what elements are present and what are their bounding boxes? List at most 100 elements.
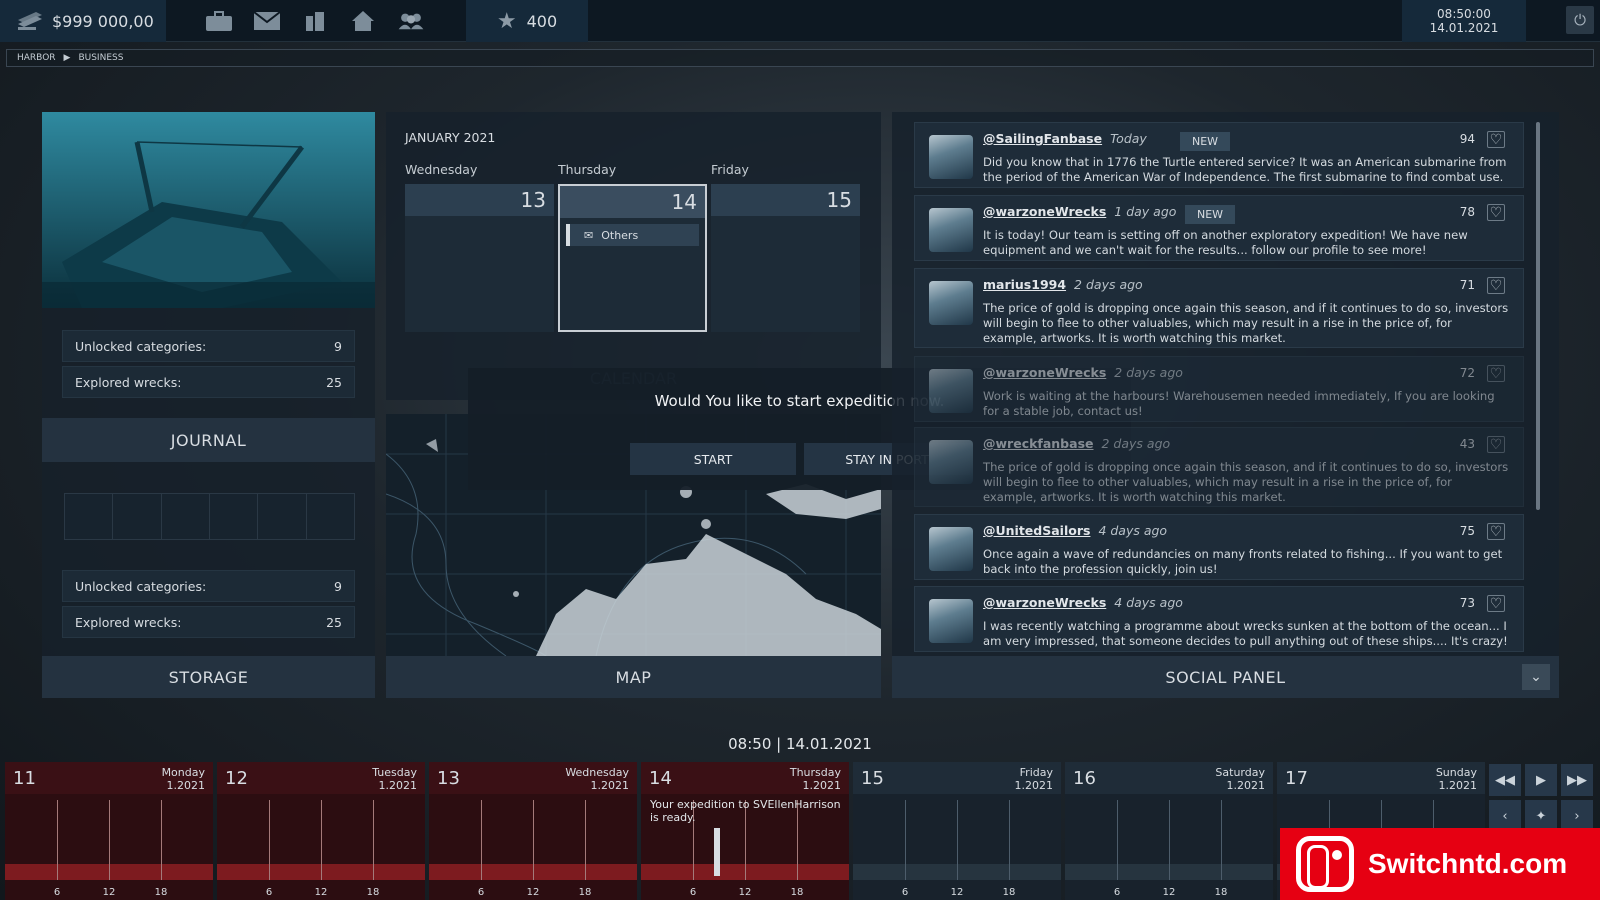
post-text: The price of gold is dropping once again…	[983, 301, 1509, 345]
avatar[interactable]	[929, 208, 973, 252]
storage-slot[interactable]	[258, 494, 307, 539]
storage-slot[interactable]	[113, 494, 162, 539]
avatar[interactable]	[929, 440, 973, 484]
chevron-down-icon[interactable]: ⌄	[1522, 664, 1550, 690]
heart-icon[interactable]: ♡	[1487, 595, 1505, 612]
avatar[interactable]	[929, 281, 973, 325]
heart-icon[interactable]: ♡	[1487, 523, 1505, 540]
post-user[interactable]: marius1994	[983, 277, 1066, 292]
money-display: $999 000,00	[0, 0, 166, 42]
crew-icon[interactable]	[397, 7, 425, 35]
breadcrumb-business[interactable]: BUSINESS	[78, 53, 123, 63]
calendar-day[interactable]: 15	[711, 184, 860, 332]
start-button[interactable]: START	[630, 443, 796, 475]
timeline-hour-label: 18	[366, 887, 380, 898]
social-post[interactable]: @wreckfanbase 2 days ago 43 ♡ The price of g…	[914, 427, 1524, 507]
timeline-day[interactable]: 16 Saturday 1.2021 6 12 18	[1065, 762, 1273, 900]
avatar[interactable]	[929, 527, 973, 571]
money-value: $999 000,00	[52, 11, 154, 31]
social-post[interactable]: @warzoneWrecks 2 days ago 72 ♡ Work is waiti…	[914, 356, 1524, 422]
timeline-notification[interactable]: Your expedition to SVEllenHarrison is re…	[650, 798, 850, 824]
stat-value: 25	[326, 374, 342, 390]
journal-button[interactable]: JOURNAL	[42, 418, 375, 462]
social-panel-button[interactable]: SOCIAL PANEL	[892, 656, 1559, 698]
post-user[interactable]: @UnitedSailors	[983, 523, 1090, 538]
home-icon[interactable]	[349, 7, 377, 35]
power-icon[interactable]: ⏻	[1566, 6, 1594, 34]
avatar[interactable]	[929, 599, 973, 643]
heart-icon[interactable]: ♡	[1487, 131, 1505, 148]
social-post[interactable]: @UnitedSailors 4 days ago 75 ♡ Once again a …	[914, 514, 1524, 580]
day-number: 14	[560, 186, 705, 218]
timeline-day[interactable]: 15 Friday 1.2021 6 12 18	[853, 762, 1061, 900]
social-post[interactable]: @warzoneWrecks 1 day ago NEW 78 ♡ It is today…	[914, 195, 1524, 261]
timeline-hour-label: 6	[53, 887, 61, 898]
stat-value: 9	[334, 578, 342, 594]
avatar[interactable]	[929, 135, 973, 179]
storage-slot[interactable]	[65, 494, 114, 539]
calendar-day[interactable]: 13	[405, 184, 554, 332]
timeline-day-name: Saturday 1.2021	[1215, 766, 1265, 792]
stat-label: Unlocked categories:	[75, 338, 207, 354]
breadcrumb-harbor[interactable]: HARBOR	[17, 53, 56, 63]
fast-forward-icon[interactable]: ▶▶	[1561, 764, 1593, 796]
social-post[interactable]: @warzoneWrecks 4 days ago 73 ♡ I was recentl…	[914, 586, 1524, 652]
post-text: It is today! Our team is setting off on …	[983, 228, 1468, 257]
storage-slot[interactable]	[209, 494, 259, 539]
heart-icon[interactable]: ♡	[1487, 204, 1505, 221]
storage-button[interactable]: STORAGE	[42, 656, 375, 698]
timeline-day-number: 16	[1073, 768, 1096, 789]
briefcase-icon[interactable]	[205, 7, 233, 35]
journal-unlocked-categories: Unlocked categories: 9	[62, 330, 355, 362]
timeline-day[interactable]: 13 Wednesday 1.2021 6 12 18	[429, 762, 637, 900]
timeline-hour-line	[57, 800, 58, 880]
post-time: 4 days ago	[1098, 523, 1168, 538]
social-post[interactable]: @SailingFanbase Today NEW 94 ♡ Did you know t…	[914, 122, 1524, 188]
timeline-day[interactable]: 11 Monday 1.2021 6 12 18	[5, 762, 213, 900]
timeline-hour-label: 12	[738, 887, 752, 898]
map-button[interactable]: MAP	[386, 656, 881, 698]
mail-icon: ✉	[584, 228, 594, 242]
timeline-hour-label: 12	[950, 887, 964, 898]
clock-time: 08:50:00	[1437, 7, 1491, 21]
timeline-day[interactable]: 12 Tuesday 1.2021 6 12 18	[217, 762, 425, 900]
stat-label: Explored wrecks:	[75, 374, 182, 390]
timeline-current-marker	[714, 828, 720, 876]
post-user[interactable]: @wreckfanbase	[983, 436, 1094, 451]
storage-slot[interactable]	[161, 494, 210, 539]
timeline-hour-label: 6	[1113, 887, 1121, 898]
play-icon[interactable]: ▶	[1525, 764, 1557, 796]
post-text: The price of gold is dropping once again…	[983, 460, 1509, 504]
calendar-event[interactable]: ✉ Others	[566, 224, 699, 246]
social-scrollbar[interactable]	[1536, 122, 1540, 510]
stat-label: Explored wrecks:	[75, 614, 182, 630]
day-number: 13	[405, 184, 554, 216]
rewind-icon[interactable]: ◀◀	[1489, 764, 1521, 796]
post-user[interactable]: @warzoneWrecks	[983, 204, 1106, 219]
buildings-icon[interactable]	[301, 7, 329, 35]
like-count: 75	[1459, 524, 1475, 538]
timeline-hour-line	[269, 800, 270, 880]
calendar-day-selected[interactable]: 14 ✉ Others	[558, 184, 707, 332]
timeline-hour-line	[1169, 800, 1170, 880]
social-post[interactable]: marius1994 2 days ago 71 ♡ The price of gold…	[914, 268, 1524, 348]
heart-icon[interactable]: ♡	[1487, 436, 1505, 453]
timeline-hour-label: 18	[154, 887, 168, 898]
timeline-hour-line	[373, 800, 374, 880]
avatar[interactable]	[929, 369, 973, 413]
heart-icon[interactable]: ♡	[1487, 277, 1505, 294]
timeline-day[interactable]: 14 Thursday 1.2021 6 12 18	[641, 762, 849, 900]
timeline-day-name: Tuesday 1.2021	[372, 766, 417, 792]
timeline-hour-line	[957, 800, 958, 880]
post-user[interactable]: @warzoneWrecks	[983, 365, 1106, 380]
heart-icon[interactable]: ♡	[1487, 365, 1505, 382]
post-user[interactable]: @SailingFanbase	[983, 131, 1102, 146]
mail-icon[interactable]	[253, 7, 281, 35]
timeline-hour-line	[905, 800, 906, 880]
timeline-hour-line	[1221, 800, 1222, 880]
storage-slot[interactable]	[306, 494, 354, 539]
watermark: Switchntd.com	[1280, 828, 1600, 900]
timeline-hour-line	[109, 800, 110, 880]
watermark-text: Switchntd.com	[1368, 848, 1568, 879]
post-user[interactable]: @warzoneWrecks	[983, 595, 1106, 610]
